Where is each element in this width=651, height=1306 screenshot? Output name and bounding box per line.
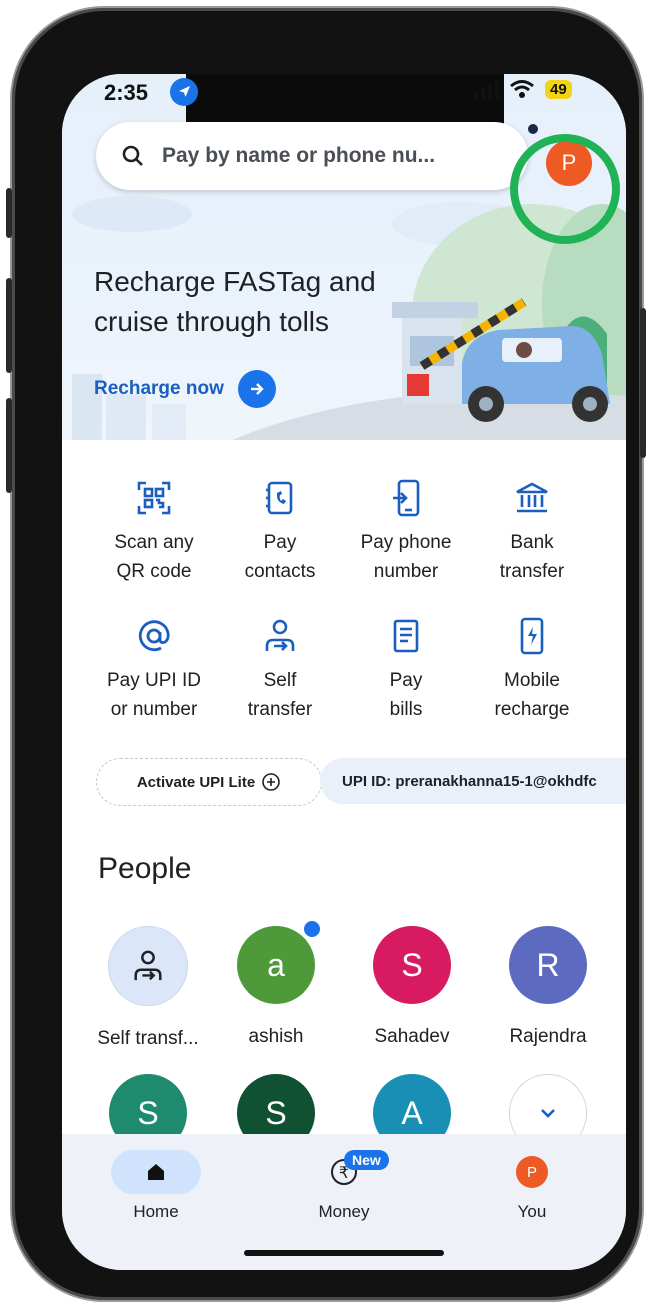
- qr-scan-icon: [90, 476, 218, 520]
- avatar-initial: S: [265, 1094, 287, 1131]
- bill-icon: [342, 614, 470, 658]
- avatar: S: [373, 926, 451, 1004]
- search-input[interactable]: Pay by name or phone nu...: [162, 144, 435, 168]
- status-time: 2:35: [104, 80, 149, 105]
- upi-id-chip[interactable]: UPI ID: preranakhanna15-1@okhdfc: [320, 758, 626, 804]
- nav-home-label: Home: [133, 1202, 179, 1221]
- activate-upi-lite-chip[interactable]: Activate UPI Lite: [96, 758, 322, 806]
- plus-circle-icon: [262, 773, 280, 791]
- upi-id-label: UPI ID: preranakhanna15-1@okhdfc: [342, 772, 597, 790]
- pay-upi-label: Pay UPI ID or number: [107, 670, 201, 720]
- search-icon: [104, 144, 162, 168]
- self-transfer-icon: [134, 950, 162, 981]
- person-rajendra[interactable]: R Rajendra: [478, 926, 618, 1048]
- contacts-icon: [216, 476, 344, 520]
- pay-phone-label: Pay phone number: [360, 532, 452, 582]
- mobile-recharge-action[interactable]: Mobile recharge: [468, 614, 596, 724]
- home-indicator: [244, 1250, 444, 1256]
- nav-money[interactable]: ₹ New Money: [274, 1150, 414, 1222]
- avatar-initial: a: [267, 946, 285, 983]
- self-transfer-action[interactable]: Self transfer: [216, 614, 344, 724]
- scan-qr-action[interactable]: Scan any QR code: [90, 476, 218, 586]
- avatar-initial: R: [536, 946, 560, 983]
- home-icon: [111, 1150, 201, 1194]
- nav-home[interactable]: Home: [86, 1150, 226, 1222]
- app-screen: 2:35 49 Pay by name or phone nu... P Rec…: [62, 74, 626, 1270]
- status-icons: 49: [474, 74, 572, 104]
- you-avatar: P: [516, 1156, 548, 1188]
- promo-title: Recharge FASTag and cruise through tolls: [94, 266, 376, 337]
- person-ashish[interactable]: a ashish: [206, 918, 346, 1048]
- pay-contacts-label: Pay contacts: [244, 532, 316, 582]
- phone-pay-icon: [342, 476, 470, 520]
- search-bar[interactable]: Pay by name or phone nu...: [96, 122, 528, 190]
- pay-upi-action[interactable]: Pay UPI ID or number: [90, 614, 218, 724]
- pay-bills-action[interactable]: Pay bills: [342, 614, 470, 724]
- bank-transfer-action[interactable]: Bank transfer: [468, 476, 596, 586]
- person-name: ashish: [248, 1026, 304, 1047]
- volume-up-button: [6, 278, 12, 373]
- wifi-icon: [510, 80, 534, 98]
- front-camera: [528, 124, 538, 134]
- highlight-ring: [510, 134, 620, 244]
- nav-money-label: Money: [318, 1202, 370, 1221]
- nav-you[interactable]: P You: [462, 1150, 602, 1222]
- person-name: Self transf...: [97, 1028, 199, 1049]
- mute-switch: [6, 188, 12, 238]
- signal-icon: [474, 79, 499, 99]
- person-self-transfer[interactable]: Self transf...: [78, 926, 218, 1050]
- self-transfer-label: Self transfer: [247, 670, 313, 720]
- person-name: Rajendra: [509, 1026, 587, 1047]
- avatar: R: [509, 926, 587, 1004]
- location-arrow-icon: [170, 78, 198, 106]
- mobile-recharge-label: Mobile recharge: [494, 670, 570, 720]
- pay-contacts-action[interactable]: Pay contacts: [216, 476, 344, 586]
- pay-phone-action[interactable]: Pay phone number: [342, 476, 470, 586]
- scan-qr-label: Scan any QR code: [114, 532, 194, 582]
- avatar-initial: S: [401, 946, 423, 983]
- at-sign-icon: [90, 614, 218, 658]
- arrow-right-icon: [237, 370, 276, 408]
- unread-dot: [301, 918, 323, 940]
- new-badge: New: [344, 1150, 389, 1170]
- self-transfer-icon: [216, 614, 344, 658]
- activate-upi-lite-label: Activate UPI Lite: [136, 773, 256, 791]
- people-heading: People: [98, 852, 192, 885]
- pay-bills-label: Pay bills: [389, 670, 423, 720]
- avatar-initial: A: [401, 1094, 423, 1131]
- avatar-initial: S: [137, 1094, 159, 1131]
- self-transfer-avatar: [108, 926, 188, 1006]
- volume-down-button: [6, 398, 12, 493]
- recharge-now-label: Recharge now: [94, 378, 224, 399]
- avatar: a: [237, 918, 323, 1004]
- recharge-now-link[interactable]: Recharge now: [94, 370, 276, 408]
- power-button: [640, 308, 646, 458]
- mobile-recharge-icon: [468, 614, 596, 658]
- person-sahadev[interactable]: S Sahadev: [342, 926, 482, 1048]
- bank-icon: [468, 476, 596, 520]
- nav-you-label: You: [517, 1202, 547, 1221]
- bank-transfer-label: Bank transfer: [499, 532, 565, 582]
- battery-indicator: 49: [545, 79, 572, 99]
- you-avatar-wrap: P: [487, 1150, 577, 1194]
- person-name: Sahadev: [374, 1026, 450, 1047]
